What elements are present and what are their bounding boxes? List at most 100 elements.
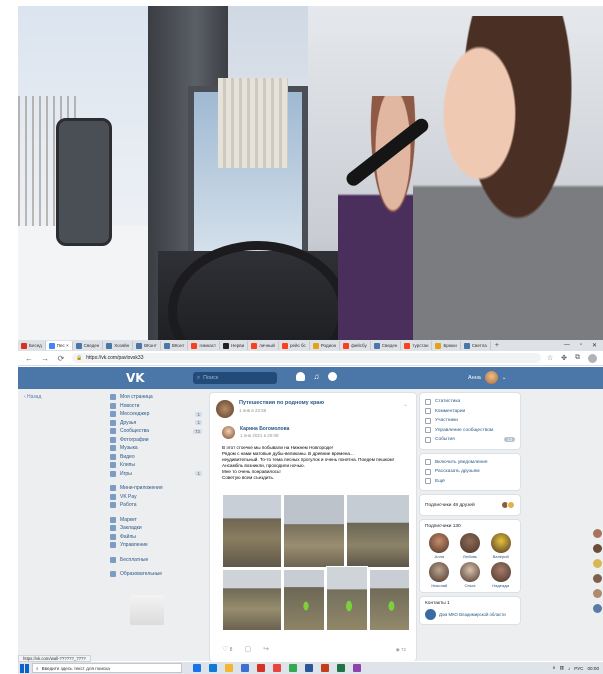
ad-thumbnail[interactable] (130, 594, 164, 625)
minimize-button[interactable]: — (564, 342, 570, 349)
chrome-icon[interactable] (289, 664, 297, 672)
browser-tab[interactable]: гимнаст (188, 341, 221, 350)
vk-search-input[interactable]: ⌕ Поиск (193, 372, 277, 384)
nav-item[interactable]: Работа (110, 501, 202, 510)
post-more-icon[interactable]: ⌄ (403, 401, 408, 408)
browser-tab[interactable]: Родион (310, 341, 341, 350)
avatar[interactable] (593, 574, 602, 583)
nav-item[interactable]: Сообщества 72 (110, 427, 202, 436)
post-photo[interactable] (326, 566, 368, 631)
task-view-icon[interactable] (193, 664, 201, 672)
community-menu-item[interactable]: Ещё (425, 477, 515, 487)
browser-tab[interactable]: Сведен (371, 341, 402, 350)
vk-logo[interactable]: VK (126, 371, 145, 385)
play-icon[interactable] (328, 372, 337, 381)
community-menu-item[interactable]: Управление сообществом (425, 426, 515, 436)
contacts-header[interactable]: Контакты 1 (425, 601, 515, 606)
browser-tab[interactable]: фейсбу (340, 341, 371, 350)
nav-item[interactable]: Бесплатные (110, 556, 202, 565)
community-menu-item[interactable]: Включить уведомления (425, 458, 515, 468)
powerpoint-icon[interactable] (321, 664, 329, 672)
like-button[interactable]: ♡ 8 (222, 645, 232, 653)
windows-start-icon[interactable] (20, 663, 29, 673)
friend-item[interactable]: Алла (425, 533, 454, 559)
browser-tab[interactable]: Бесед (18, 341, 46, 350)
avatar[interactable] (593, 544, 602, 553)
edge-icon[interactable] (209, 664, 217, 672)
music-note-icon[interactable]: ♫ (312, 372, 321, 381)
browser-tab[interactable]: ВКонт (161, 341, 189, 350)
friends-header[interactable]: Подписчики 130 (425, 524, 515, 529)
reload-button[interactable]: ⟳ (56, 354, 66, 363)
browser-tab[interactable]: Сведен (73, 341, 104, 350)
group-name[interactable]: Путешествия по родному краю (239, 400, 324, 406)
nav-item[interactable]: Мини-приложения (110, 484, 202, 493)
avatar[interactable] (593, 589, 602, 598)
mail-icon[interactable] (257, 664, 265, 672)
group-post-date[interactable]: 1 янв в 22:55 (239, 408, 324, 413)
nav-item[interactable]: Маркет (110, 516, 202, 525)
address-bar[interactable]: 🔒 https://vk.com/pavlovsk33 (72, 353, 541, 363)
nav-item[interactable]: Видео (110, 453, 202, 462)
nav-item[interactable]: Фотографии (110, 436, 202, 445)
community-menu-item[interactable]: Участники (425, 416, 515, 426)
friend-item[interactable]: Ольга (456, 562, 485, 588)
store-icon[interactable] (241, 664, 249, 672)
author-name[interactable]: Карина Богомолова (240, 426, 289, 432)
share-button[interactable]: ↪ (263, 645, 269, 653)
profile-avatar[interactable] (588, 353, 597, 363)
nav-item[interactable]: Файлы (110, 533, 202, 542)
word-icon[interactable] (305, 664, 313, 672)
back-button[interactable]: ← (24, 354, 34, 363)
post-photo[interactable] (283, 569, 325, 631)
explorer-icon[interactable] (225, 664, 233, 672)
star-icon[interactable]: ☆ (547, 354, 553, 363)
nav-item[interactable]: Закладки (110, 524, 202, 533)
nav-item[interactable]: Моя страница (110, 393, 202, 402)
extensions-icon[interactable]: ✤ (561, 354, 567, 363)
friend-item[interactable]: Любовь (456, 533, 485, 559)
app-icon[interactable] (353, 664, 361, 672)
contact-item[interactable]: Дом МКО Владимирской области (425, 609, 515, 620)
nav-item[interactable]: Новости (110, 402, 202, 411)
nav-item[interactable]: Клипы (110, 461, 202, 470)
maximize-button[interactable]: ▫ (580, 342, 582, 349)
community-menu-item[interactable]: Рассказать друзьям (425, 467, 515, 477)
browser-tab[interactable]: Пес × (45, 341, 73, 350)
post-photo[interactable] (283, 494, 345, 568)
browser-tab[interactable]: рейс бс (279, 341, 310, 350)
friend-item[interactable]: Надежда (486, 562, 515, 588)
nav-item[interactable]: Игры 1 (110, 470, 202, 479)
vk-user-menu[interactable]: Анна ⌄ (468, 371, 506, 384)
browser-tab[interactable]: Хозяйн (103, 341, 134, 350)
nav-item[interactable]: Друзья 1 (110, 419, 202, 428)
group-avatar[interactable] (216, 400, 234, 418)
comment-button[interactable]: ▢ (244, 645, 251, 653)
browser-tab[interactable]: личный (248, 341, 279, 350)
browser-tab[interactable]: ВКонт (133, 341, 161, 350)
nav-item[interactable]: VK Pay (110, 493, 202, 502)
friend-item[interactable]: Валерий (486, 533, 515, 559)
avatar[interactable] (593, 559, 602, 568)
new-tab-button[interactable]: + (491, 342, 503, 349)
taskbar-search-input[interactable]: ⌕ Введите здесь текст для поиска (32, 663, 182, 673)
browser-tab[interactable]: Брюки (432, 341, 461, 350)
nav-item[interactable]: Мессенджер 1 (110, 410, 202, 419)
community-menu-item[interactable]: Статистика (425, 397, 515, 407)
forward-button[interactable]: → (40, 354, 50, 363)
post-photo[interactable] (369, 569, 410, 631)
excel-icon[interactable] (337, 664, 345, 672)
clock[interactable]: 00:00 (588, 666, 600, 671)
avatar[interactable] (593, 604, 602, 613)
avatar[interactable] (593, 529, 602, 538)
language-indicator[interactable]: РУС (574, 666, 583, 671)
community-menu-item[interactable]: Комментарии (425, 407, 515, 417)
collections-icon[interactable]: ⧉ (575, 354, 580, 363)
post-photo[interactable] (222, 569, 282, 631)
post-photo[interactable] (346, 494, 410, 568)
post-photo[interactable] (222, 494, 282, 568)
opera-icon[interactable] (273, 664, 281, 672)
nav-item[interactable]: Образовательные (110, 570, 202, 579)
author-avatar[interactable] (222, 426, 235, 439)
volume-icon[interactable]: ♪ (568, 666, 570, 671)
